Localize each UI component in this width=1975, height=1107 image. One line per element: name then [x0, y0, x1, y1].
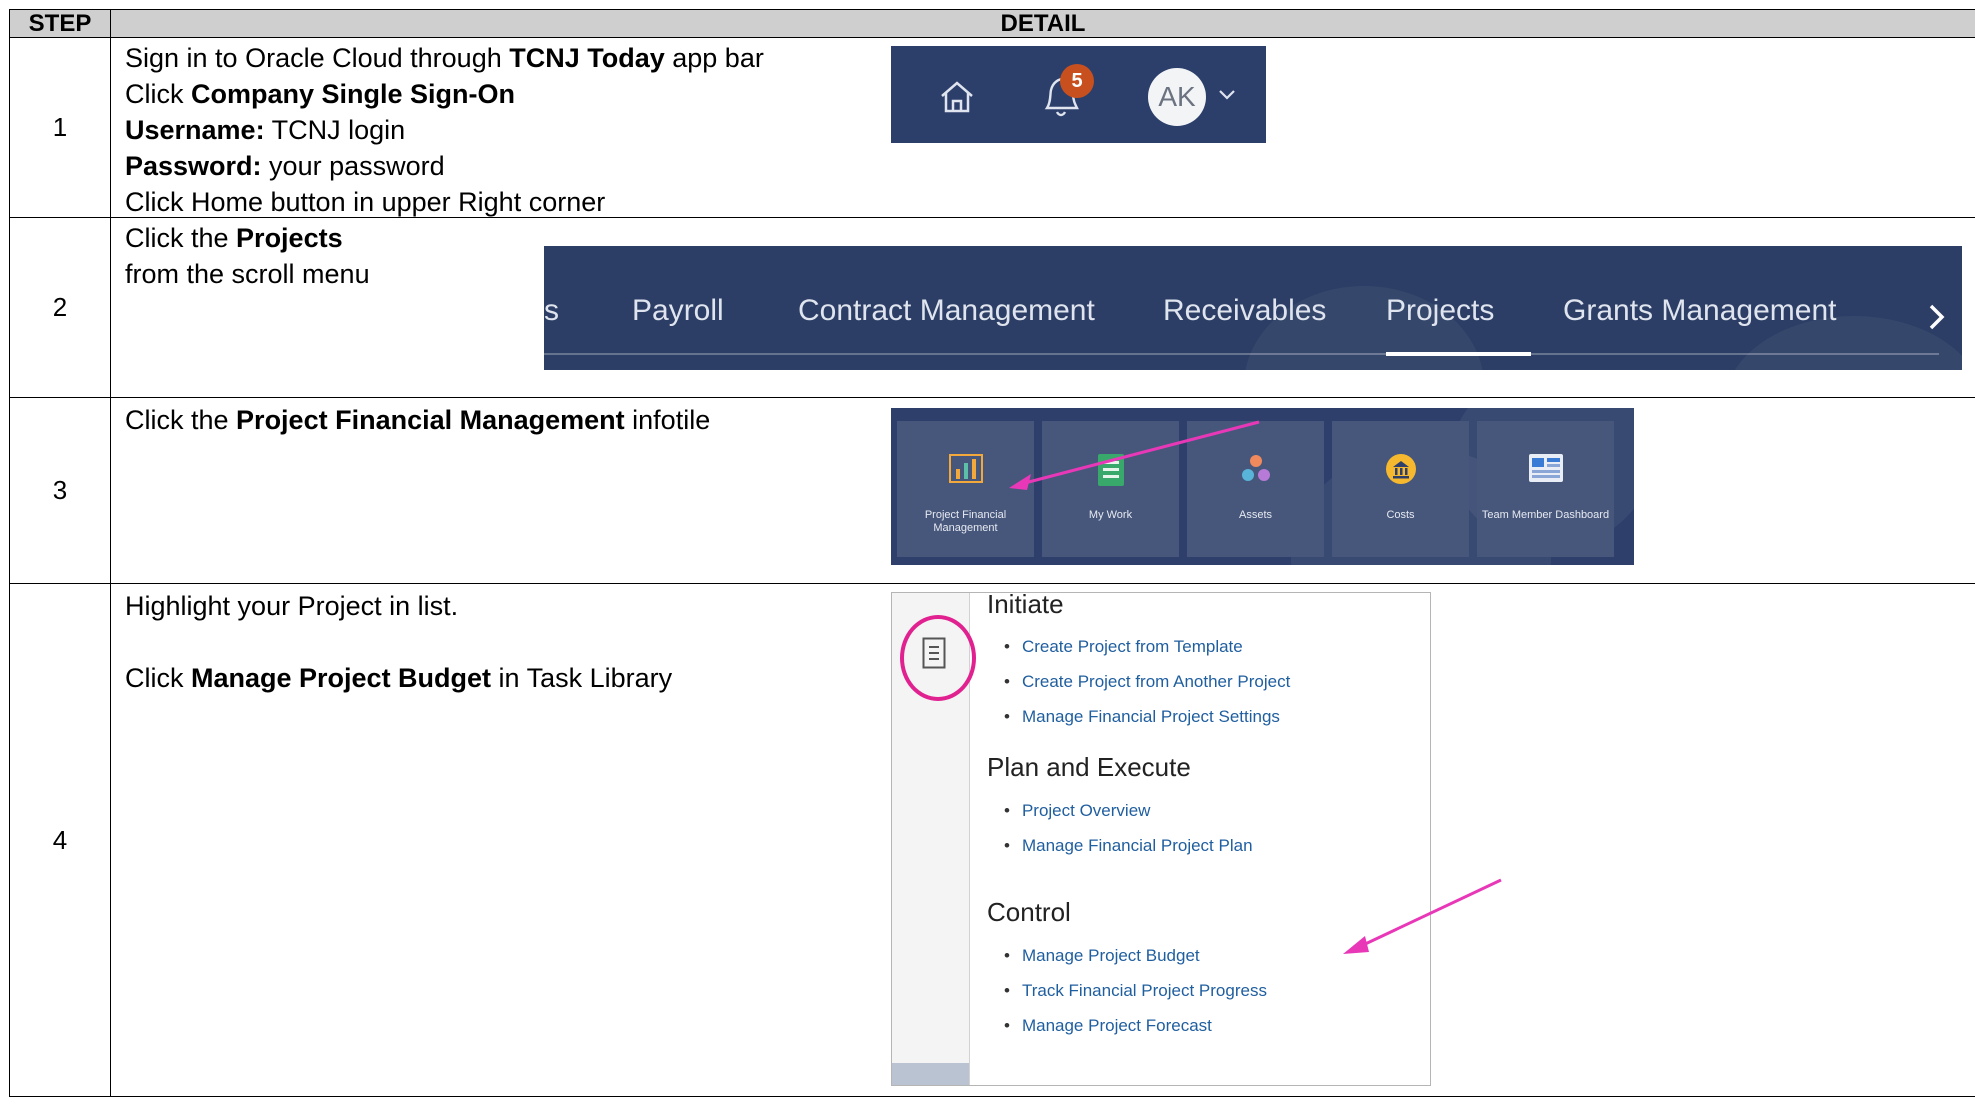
- task-library-panel: Initiate Create Project from Template Cr…: [891, 589, 1431, 1086]
- chevron-right-icon[interactable]: [1927, 302, 1947, 337]
- home-icon[interactable]: [939, 80, 975, 119]
- pink-arrow-annotation: [1343, 878, 1502, 954]
- nav-item-grants-management[interactable]: Grants Management: [1563, 294, 1836, 328]
- infotile-costs[interactable]: Costs: [1332, 421, 1469, 557]
- step-header: STEP: [9, 9, 111, 38]
- chart-icon: [948, 453, 983, 488]
- step-detail: Highlight your Project in list. Click Ma…: [110, 583, 1975, 1097]
- nav-item-receivables[interactable]: Receivables: [1163, 294, 1326, 328]
- link-project-overview[interactable]: Project Overview: [1004, 801, 1150, 821]
- infotile-team-member-dashboard[interactable]: Team Member Dashboard: [1477, 421, 1614, 557]
- detail-header: DETAIL: [110, 9, 1975, 38]
- instruction-line: Click the Project Financial Management i…: [125, 405, 711, 435]
- chevron-down-icon[interactable]: [1218, 88, 1236, 106]
- avatar[interactable]: AK: [1148, 68, 1206, 126]
- step-number: 2: [9, 217, 111, 398]
- dashboard-icon: [1528, 453, 1564, 488]
- nav-active-indicator: [1386, 352, 1531, 356]
- bank-icon: [1385, 453, 1417, 490]
- pink-arrow-annotation: [1009, 420, 1260, 490]
- step-number: 4: [9, 583, 111, 1097]
- nav-track: [544, 353, 1939, 355]
- tile-label: Costs: [1386, 509, 1415, 521]
- notification-badge: 5: [1060, 64, 1094, 98]
- instruction-line: Click Company Single Sign-On: [125, 79, 516, 109]
- tile-label: My Work: [1088, 509, 1133, 521]
- link-manage-project-forecast[interactable]: Manage Project Forecast: [1004, 1016, 1212, 1036]
- link-manage-financial-project-settings[interactable]: Manage Financial Project Settings: [1004, 707, 1280, 727]
- header-row: STEP DETAIL: [9, 9, 1975, 38]
- nav-item-payroll[interactable]: Payroll: [632, 294, 724, 328]
- step-detail: Click the Projects from the scroll menu …: [110, 217, 1975, 398]
- highlight-circle: [900, 615, 976, 701]
- nav-item-contract-management[interactable]: Contract Management: [798, 294, 1095, 328]
- springboard-nav-bar: s Payroll Contract Management Receivable…: [544, 246, 1962, 370]
- instruction-line: Highlight your Project in list.: [125, 591, 459, 621]
- instruction-line: Click the Projects: [125, 223, 343, 253]
- step-row-4: 4 Highlight your Project in list. Click …: [9, 583, 1975, 1097]
- link-create-project-from-template[interactable]: Create Project from Template: [1004, 637, 1243, 657]
- instruction-line: Sign in to Oracle Cloud through TCNJ Tod…: [125, 43, 764, 73]
- tile-label: Team Member Dashboard: [1481, 509, 1610, 521]
- nav-item-clipped[interactable]: s: [544, 294, 559, 328]
- nav-item-projects[interactable]: Projects: [1386, 294, 1494, 328]
- instruction-line: Password: your password: [125, 151, 445, 181]
- link-track-financial-project-progress[interactable]: Track Financial Project Progress: [1004, 981, 1267, 1001]
- steps-table: STEP DETAIL 1 Sign in to Oracle Cloud th…: [9, 9, 1975, 1097]
- section-title-initiate: Initiate: [987, 589, 1064, 619]
- link-manage-project-budget[interactable]: Manage Project Budget: [1004, 946, 1200, 966]
- instruction-line: Click Home button in upper Right corner: [125, 187, 606, 217]
- step-row-3: 3 Click the Project Financial Management…: [9, 397, 1975, 584]
- section-title-plan-and-execute: Plan and Execute: [987, 752, 1191, 782]
- step-number: 1: [9, 37, 111, 218]
- app-header-bar: 5 AK: [891, 46, 1266, 143]
- tile-label: Project Financial Management: [924, 509, 1007, 534]
- step-detail: Sign in to Oracle Cloud through TCNJ Tod…: [110, 37, 1975, 218]
- panel-sidebar-footer: [892, 1063, 969, 1085]
- step-number: 3: [9, 397, 111, 584]
- link-create-project-from-another-project[interactable]: Create Project from Another Project: [1004, 672, 1290, 692]
- instruction-line: Click Manage Project Budget in Task Libr…: [125, 663, 673, 693]
- link-manage-financial-project-plan[interactable]: Manage Financial Project Plan: [1004, 836, 1253, 856]
- instruction-line: Username: TCNJ login: [125, 115, 406, 145]
- instruction-line: from the scroll menu: [125, 259, 370, 289]
- step-row-1: 1 Sign in to Oracle Cloud through TCNJ T…: [9, 37, 1975, 218]
- step-row-2: 2 Click the Projects from the scroll men…: [9, 217, 1975, 398]
- tile-label: Assets: [1238, 509, 1272, 521]
- step-detail: Click the Project Financial Management i…: [110, 397, 1975, 584]
- section-title-control: Control: [987, 897, 1071, 927]
